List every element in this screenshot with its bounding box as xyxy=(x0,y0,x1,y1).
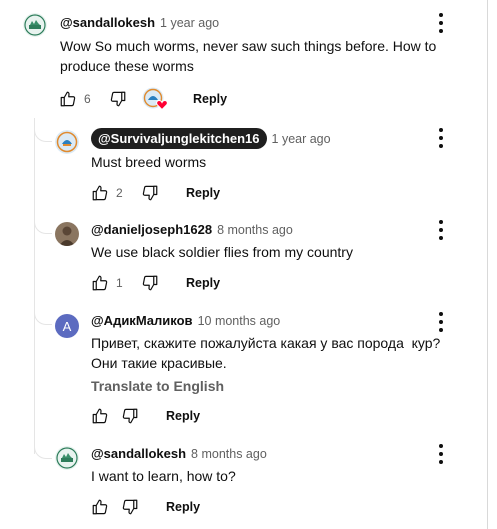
thumbs-down-icon xyxy=(142,275,158,291)
comment-actions: 2 Reply xyxy=(90,181,220,205)
avatar[interactable] xyxy=(55,222,79,246)
reply-button[interactable]: Reply xyxy=(166,409,200,423)
more-options-button[interactable] xyxy=(438,128,444,148)
dot xyxy=(439,444,443,448)
more-options-button[interactable] xyxy=(438,312,444,332)
comment-text-line: Привет, скажите пожалуйста какая у вас п… xyxy=(91,335,441,351)
comment-text: Must breed worms xyxy=(91,154,207,170)
dislike-button[interactable] xyxy=(120,497,140,517)
like-count: 2 xyxy=(116,186,123,200)
author-name[interactable]: @sandallokesh xyxy=(91,446,186,461)
comment-text: Wow So much worms, never saw such things… xyxy=(60,36,470,76)
more-options-button[interactable] xyxy=(438,444,444,464)
comment-actions: 6 Reply xyxy=(58,87,227,111)
dot xyxy=(439,452,443,456)
reply-button[interactable]: Reply xyxy=(166,500,200,514)
creator-heart xyxy=(142,87,168,111)
comment-text: Привет, скажите пожалуйста какая у вас п… xyxy=(91,333,471,373)
comment-header: @Survivaljunglekitchen16 1 year ago xyxy=(91,128,331,149)
thumbs-down-icon xyxy=(122,408,138,424)
comment-header: @АдикМаликов 10 months ago xyxy=(91,313,280,328)
dot xyxy=(439,460,443,464)
heart-icon xyxy=(156,99,168,110)
author-name[interactable]: @danieljoseph1628 xyxy=(91,222,212,237)
dot xyxy=(439,228,443,232)
dot xyxy=(439,328,443,332)
dot xyxy=(439,128,443,132)
dot xyxy=(439,220,443,224)
top-comment: @sandallokesh 1 year ago Wow So much wor… xyxy=(0,0,497,118)
reply-comment: А @АдикМаликов 10 months ago Привет, ска… xyxy=(0,304,497,434)
reply-button[interactable]: Reply xyxy=(186,276,220,290)
comment-actions: Reply xyxy=(90,495,200,519)
thumbs-up-icon xyxy=(92,408,108,424)
comment-actions: 1 Reply xyxy=(90,271,220,295)
dislike-button[interactable] xyxy=(120,406,140,426)
comment-text-line: produce these worms xyxy=(60,58,194,74)
dislike-button[interactable] xyxy=(140,183,160,203)
like-button[interactable] xyxy=(90,183,110,203)
comment-header: @sandallokesh 8 months ago xyxy=(91,446,267,461)
comment-header: @danieljoseph1628 8 months ago xyxy=(91,222,293,237)
dot xyxy=(439,320,443,324)
translate-link[interactable]: Translate to English xyxy=(91,378,224,394)
author-name[interactable]: @АдикМаликов xyxy=(91,313,193,328)
dot xyxy=(439,13,443,17)
dot xyxy=(439,136,443,140)
dot xyxy=(439,312,443,316)
timestamp[interactable]: 1 year ago xyxy=(160,16,219,30)
dot xyxy=(439,21,443,25)
timestamp[interactable]: 8 months ago xyxy=(191,447,267,461)
reply-comment: @sandallokesh 8 months ago I want to lea… xyxy=(0,434,497,529)
comment-text: I want to learn, how to? xyxy=(91,468,236,484)
thumbs-up-icon xyxy=(92,499,108,515)
avatar-letter: А xyxy=(62,318,72,334)
timestamp[interactable]: 1 year ago xyxy=(272,132,331,146)
reply-button[interactable]: Reply xyxy=(186,186,220,200)
timestamp[interactable]: 8 months ago xyxy=(217,223,293,237)
comment-text-line: Они такие красивые. xyxy=(91,355,227,371)
dot xyxy=(439,29,443,33)
author-name[interactable]: @sandallokesh xyxy=(60,15,155,30)
reply-comment: @danieljoseph1628 8 months ago We use bl… xyxy=(0,212,497,304)
reply-comment: @Survivaljunglekitchen16 1 year ago Must… xyxy=(0,118,497,212)
comment-text: We use black soldier flies from my count… xyxy=(91,244,353,260)
dot xyxy=(439,236,443,240)
more-options-button[interactable] xyxy=(438,13,444,33)
more-options-button[interactable] xyxy=(438,220,444,240)
dislike-button[interactable] xyxy=(108,89,128,109)
comment-actions: Reply xyxy=(90,404,200,428)
thumbs-up-icon xyxy=(60,91,76,107)
reply-button[interactable]: Reply xyxy=(193,92,227,106)
dislike-button[interactable] xyxy=(140,273,160,293)
thumbs-up-icon xyxy=(92,185,108,201)
author-name-badge[interactable]: @Survivaljunglekitchen16 xyxy=(91,128,267,149)
thumbs-down-icon xyxy=(110,91,126,107)
dot xyxy=(439,144,443,148)
comment-header: @sandallokesh 1 year ago xyxy=(60,15,219,30)
thumbs-down-icon xyxy=(142,185,158,201)
avatar[interactable] xyxy=(23,13,47,37)
like-count: 6 xyxy=(84,92,91,106)
timestamp[interactable]: 10 months ago xyxy=(198,314,281,328)
like-button[interactable] xyxy=(90,273,110,293)
like-button[interactable] xyxy=(90,497,110,517)
like-count: 1 xyxy=(116,276,123,290)
like-button[interactable] xyxy=(90,406,110,426)
avatar[interactable] xyxy=(55,446,79,470)
thumbs-down-icon xyxy=(122,499,138,515)
comment-text-line: Wow So much worms, never saw such things… xyxy=(60,38,437,54)
avatar[interactable] xyxy=(55,130,79,154)
thumbs-up-icon xyxy=(92,275,108,291)
avatar[interactable]: А xyxy=(55,314,79,338)
like-button[interactable] xyxy=(58,89,78,109)
